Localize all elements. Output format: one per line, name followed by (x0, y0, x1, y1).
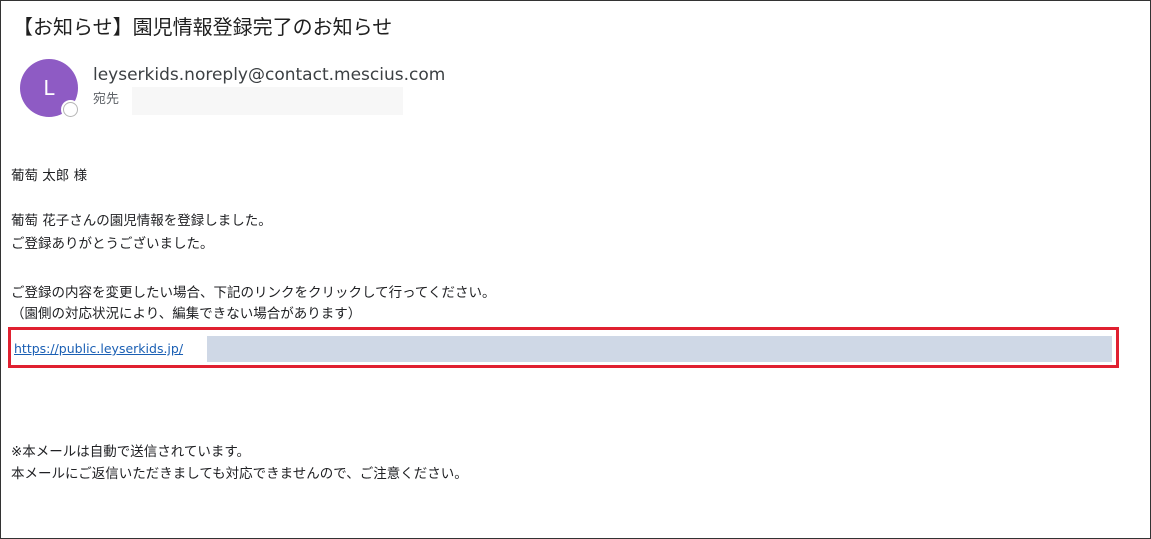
footer-no-reply: 本メールにご返信いただきましても対応できませんので、ご注意ください。 (11, 466, 468, 482)
edit-link[interactable]: https://public.leyserkids.jp/ (14, 341, 183, 357)
footer-auto-sent: ※本メールは自動で送信されています。 (11, 444, 251, 460)
avatar-initial: L (43, 76, 55, 100)
recipient-redacted (132, 87, 403, 115)
presence-status-icon (63, 102, 78, 117)
body-line-thanks: ご登録ありがとうございました。 (11, 236, 214, 252)
body-line-change-instructions: ご登録の内容を変更したい場合、下記のリンクをクリックして行ってください。 (11, 285, 496, 301)
salutation: 葡萄 太郎 様 (11, 168, 88, 184)
body-line-registered: 葡萄 花子さんの園児情報を登録しました。 (11, 213, 272, 229)
recipient-label: 宛先 (93, 92, 120, 107)
email-subject: 【お知らせ】園児情報登録完了のお知らせ (13, 15, 393, 39)
link-redacted (207, 336, 1112, 362)
body-line-note: （園側の対応状況により、編集できない場合があります） (11, 306, 362, 322)
email-window: 【お知らせ】園児情報登録完了のお知らせ L leyserkids.noreply… (0, 0, 1151, 539)
sender-address[interactable]: leyserkids.noreply@contact.mescius.com (93, 64, 445, 86)
